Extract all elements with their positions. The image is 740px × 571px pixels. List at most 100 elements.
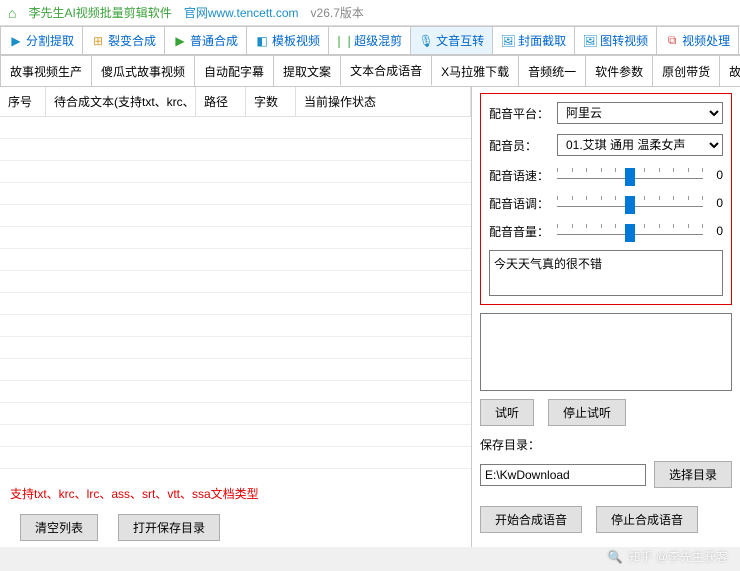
sub-tab-label: 故事视频生产 [10, 63, 82, 80]
tab-label: 文音互转 [436, 32, 484, 49]
top-tab-6[interactable]: 🖼封面截取 [492, 26, 575, 54]
tab-icon: 🎙 [419, 34, 433, 48]
col-status[interactable]: 当前操作状态 [296, 87, 471, 116]
tab-icon: ◧ [255, 34, 269, 48]
tab-label: 分割提取 [26, 32, 74, 49]
preview-button[interactable]: 试听 [480, 399, 534, 426]
table-row[interactable] [0, 117, 471, 139]
tab-label: 模板视频 [272, 32, 320, 49]
sub-tab-9[interactable]: 故事视频 [719, 55, 740, 86]
top-tab-0[interactable]: ▶分割提取 [0, 26, 83, 54]
top-tab-5[interactable]: 🎙文音互转 [410, 26, 493, 54]
tab-label: 图转视频 [600, 32, 648, 49]
table-row[interactable] [0, 205, 471, 227]
speed-slider[interactable] [557, 166, 703, 184]
top-tab-4[interactable]: ❘❘超级混剪 [328, 26, 411, 54]
sub-tab-2[interactable]: 自动配字幕 [194, 55, 274, 86]
col-index[interactable]: 序号 [0, 87, 46, 116]
table-row[interactable] [0, 381, 471, 403]
tab-icon: 🖼 [501, 34, 515, 48]
table-row[interactable] [0, 183, 471, 205]
voice-settings-box: 配音平台： 阿里云 配音员： 01.艾琪 通用 温柔女声 配音语速： 0 配音语… [480, 93, 732, 305]
browse-button[interactable]: 选择目录 [654, 461, 732, 488]
start-synthesis-button[interactable]: 开始合成语音 [480, 506, 582, 533]
text-input[interactable] [489, 250, 723, 296]
top-tab-row: ▶分割提取⊞裂变合成▶普通合成◧模板视频❘❘超级混剪🎙文音互转🖼封面截取🖼图转视… [0, 26, 740, 55]
pitch-label: 配音语调： [489, 195, 551, 212]
speed-label: 配音语速： [489, 167, 551, 184]
stop-preview-button[interactable]: 停止试听 [548, 399, 626, 426]
stop-synthesis-button[interactable]: 停止合成语音 [596, 506, 698, 533]
table-row[interactable] [0, 359, 471, 381]
top-tab-7[interactable]: 🖼图转视频 [574, 26, 657, 54]
table-row[interactable] [0, 271, 471, 293]
tab-icon: 🖼 [583, 34, 597, 48]
tab-label: 普通合成 [190, 32, 238, 49]
col-text[interactable]: 待合成文本(支持txt、krc、... [46, 87, 196, 116]
top-tab-8[interactable]: ⧉视频处理 [656, 26, 739, 54]
volume-value: 0 [709, 224, 723, 238]
file-type-hint: 支持txt、krc、lrc、ass、srt、vtt、ssa文档类型 [0, 479, 471, 508]
table-row[interactable] [0, 161, 471, 183]
table-row[interactable] [0, 337, 471, 359]
app-title: 李先生AI视频批量剪辑软件 [28, 4, 171, 21]
home-icon: ⌂ [8, 5, 16, 21]
version-label: v26.7版本 [311, 4, 364, 21]
top-tab-3[interactable]: ◧模板视频 [246, 26, 329, 54]
sub-tab-label: X马拉雅下载 [441, 63, 509, 80]
sub-tab-7[interactable]: 软件参数 [585, 55, 653, 86]
open-save-dir-button[interactable]: 打开保存目录 [118, 514, 220, 541]
tab-icon: ▶ [9, 34, 23, 48]
sub-tab-8[interactable]: 原创带货 [652, 55, 720, 86]
watermark: 🔍 知乎 @李先生获客 [608, 548, 728, 565]
tab-icon: ❘❘ [337, 34, 351, 48]
platform-select[interactable]: 阿里云 [557, 102, 723, 124]
table-row[interactable] [0, 469, 471, 479]
table-row[interactable] [0, 447, 471, 469]
zhihu-icon: 🔍 [608, 550, 623, 564]
left-panel: 序号 待合成文本(支持txt、krc、... 路径 字数 当前操作状态 支持tx… [0, 87, 472, 547]
sub-tab-5[interactable]: X马拉雅下载 [431, 55, 519, 86]
table-row[interactable] [0, 249, 471, 271]
title-bar: ⌂ 李先生AI视频批量剪辑软件 官网www.tencett.com v26.7版… [0, 0, 740, 26]
sub-tab-row: 故事视频生产 傻瓜式故事视频 自动配字幕 提取文案 文本合成语音 X马拉雅下载 音频统一 软件… [0, 55, 740, 87]
sub-tab-label: 故事视频 [729, 63, 740, 80]
sub-tab-label: 文本合成语音 [350, 62, 422, 79]
col-count[interactable]: 字数 [246, 87, 296, 116]
table-body[interactable] [0, 117, 471, 479]
tab-icon: ▶ [173, 34, 187, 48]
table-row[interactable] [0, 293, 471, 315]
top-tab-2[interactable]: ▶普通合成 [164, 26, 247, 54]
volume-label: 配音音量： [489, 223, 551, 240]
sub-tab-label: 软件参数 [595, 63, 643, 80]
voice-select[interactable]: 01.艾琪 通用 温柔女声 [557, 134, 723, 156]
right-panel: 配音平台： 阿里云 配音员： 01.艾琪 通用 温柔女声 配音语速： 0 配音语… [472, 87, 740, 547]
table-row[interactable] [0, 227, 471, 249]
table-row[interactable] [0, 425, 471, 447]
sub-tab-0[interactable]: 故事视频生产 [0, 55, 92, 86]
sub-tab-label: 提取文案 [283, 63, 331, 80]
table-row[interactable] [0, 315, 471, 337]
top-tab-1[interactable]: ⊞裂变合成 [82, 26, 165, 54]
sub-tab-label: 傻瓜式故事视频 [101, 63, 185, 80]
table-header: 序号 待合成文本(支持txt、krc、... 路径 字数 当前操作状态 [0, 87, 471, 117]
sub-tab-label: 自动配字幕 [204, 63, 264, 80]
col-path[interactable]: 路径 [196, 87, 246, 116]
voice-label: 配音员： [489, 137, 551, 154]
pitch-slider[interactable] [557, 194, 703, 212]
volume-slider[interactable] [557, 222, 703, 240]
save-path-input[interactable] [480, 464, 646, 486]
table-row[interactable] [0, 403, 471, 425]
clear-list-button[interactable]: 清空列表 [20, 514, 98, 541]
tab-icon: ⊞ [91, 34, 105, 48]
sub-tab-3[interactable]: 提取文案 [273, 55, 341, 86]
tab-label: 超级混剪 [354, 32, 402, 49]
sub-tab-1[interactable]: 傻瓜式故事视频 [91, 55, 195, 86]
sub-tab-label: 音频统一 [528, 63, 576, 80]
table-row[interactable] [0, 139, 471, 161]
sub-tab-4[interactable]: 文本合成语音 [340, 55, 432, 86]
pitch-value: 0 [709, 196, 723, 210]
output-preview-box [480, 313, 732, 391]
platform-label: 配音平台： [489, 105, 551, 122]
sub-tab-6[interactable]: 音频统一 [518, 55, 586, 86]
